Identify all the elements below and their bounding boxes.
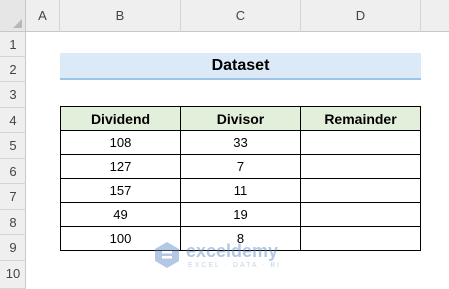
remainder-cell[interactable] — [300, 202, 421, 227]
column-header-c[interactable]: C — [181, 0, 301, 32]
remainder-cell[interactable] — [300, 226, 421, 251]
column-header-a[interactable]: A — [26, 0, 60, 32]
select-all-triangle-icon — [13, 19, 22, 28]
divisor-cell[interactable]: 7 — [180, 154, 301, 179]
row-header-5[interactable]: 5 — [0, 133, 26, 159]
divisor-cell[interactable]: 33 — [180, 130, 301, 155]
remainder-cell[interactable] — [300, 178, 421, 203]
header-divisor[interactable]: Divisor — [180, 106, 301, 131]
header-dividend[interactable]: Dividend — [60, 106, 181, 131]
remainder-cell[interactable] — [300, 130, 421, 155]
table-row: 100 8 — [60, 226, 421, 251]
remainder-cell[interactable] — [300, 154, 421, 179]
select-all-corner[interactable] — [0, 0, 26, 32]
divisor-cell[interactable]: 19 — [180, 202, 301, 227]
spreadsheet: A B C D 1 2 3 4 5 6 7 8 9 10 Dataset Div… — [0, 0, 449, 289]
row-header-2[interactable]: 2 — [0, 57, 26, 82]
dividend-cell[interactable]: 100 — [60, 226, 181, 251]
row-header-3[interactable]: 3 — [0, 82, 26, 108]
data-table: Dividend Divisor Remainder 108 33 127 7 … — [60, 106, 421, 251]
dividend-cell[interactable]: 157 — [60, 178, 181, 203]
divisor-cell[interactable]: 8 — [180, 226, 301, 251]
table-row: 49 19 — [60, 202, 421, 227]
divisor-cell[interactable]: 11 — [180, 178, 301, 203]
table-header-row: Dividend Divisor Remainder — [60, 106, 421, 131]
table-row: 108 33 — [60, 130, 421, 155]
table-row: 127 7 — [60, 154, 421, 179]
dataset-title-cell[interactable]: Dataset — [60, 53, 421, 80]
column-header-d[interactable]: D — [301, 0, 421, 32]
row-header-9[interactable]: 9 — [0, 235, 26, 261]
row-header-7[interactable]: 7 — [0, 184, 26, 210]
column-header-b[interactable]: B — [60, 0, 181, 32]
row-header-1[interactable]: 1 — [0, 32, 26, 57]
dividend-cell[interactable]: 49 — [60, 202, 181, 227]
dividend-cell[interactable]: 127 — [60, 154, 181, 179]
table-row: 157 11 — [60, 178, 421, 203]
watermark-tagline: EXCEL · DATA · BI — [188, 262, 281, 269]
dividend-cell[interactable]: 108 — [60, 130, 181, 155]
row-header-8[interactable]: 8 — [0, 210, 26, 235]
row-header-4[interactable]: 4 — [0, 108, 26, 133]
row-header-10[interactable]: 10 — [0, 261, 26, 289]
header-remainder[interactable]: Remainder — [300, 106, 421, 131]
row-header-6[interactable]: 6 — [0, 159, 26, 184]
